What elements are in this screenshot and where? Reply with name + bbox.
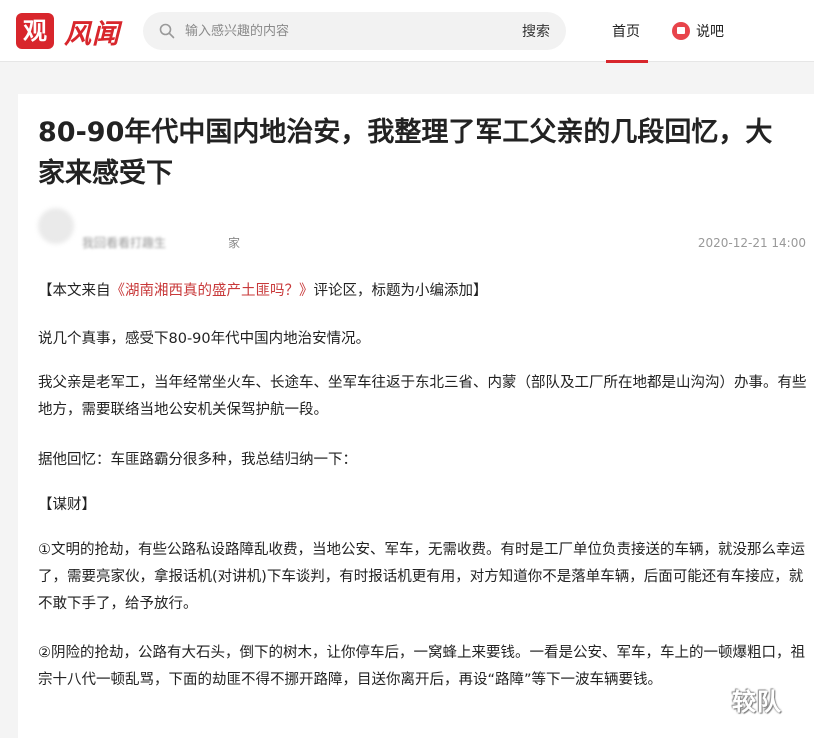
active-tab-indicator — [606, 60, 648, 63]
chat-bubble-icon — [672, 22, 690, 40]
item-two-paragraph: ②阴险的抢劫，公路有大石头，倒下的树木，让你停车后，一窝蜂上来要钱。一看是公安、… — [38, 645, 805, 688]
article-title: 80-90年代中国内地治安，我整理了军工父亲的几段回忆，大家来感受下 — [38, 117, 773, 189]
search-input[interactable] — [185, 12, 485, 50]
source-article-link[interactable]: 《湖南湘西真的盛产土匪吗？》 — [111, 283, 314, 299]
search-button[interactable]: 搜索 — [522, 21, 550, 41]
source-note-paragraph: 【本文来自《湖南湘西真的盛产土匪吗？》评论区，标题为小编添加】 — [38, 278, 808, 305]
publish-timestamp: 2020-12-21 14:00 — [697, 236, 806, 250]
summary-paragraph: 据他回忆：车匪路霸分很多种，我总结归纳一下： — [38, 452, 357, 468]
author-avatar[interactable] — [38, 208, 74, 244]
nav-home-tab[interactable]: 首页 — [606, 0, 648, 63]
section-heading: 【谋财】 — [38, 497, 96, 513]
nav-shuoba-label: 说吧 — [696, 24, 724, 40]
top-navigation-bar: 观 风闻 搜索 首页 说吧 — [0, 0, 814, 63]
article-card: 80-90年代中国内地治安，我整理了军工父亲的几段回忆，大家来感受下 我回看看打… — [18, 94, 814, 738]
nav-home-label: 首页 — [612, 24, 640, 40]
site-logo-text[interactable]: 风闻 — [64, 12, 120, 51]
source-note-suffix: 评论区，标题为小编添加】 — [313, 283, 488, 299]
author-suffix: 家 — [228, 236, 241, 250]
author-name[interactable]: 我回看看打趣生 — [82, 234, 166, 251]
corner-watermark: 较队 — [732, 688, 782, 716]
logo-icon[interactable]: 观 — [16, 13, 54, 49]
background-paragraph: 我父亲是老军工，当年经常坐火车、长途车、坐军车往返于东北三省、内蒙（部队及工厂所… — [38, 375, 807, 418]
search-icon — [159, 23, 175, 39]
item-one-paragraph: ①文明的抢劫，有些公路私设路障乱收费，当地公安、军车，无需收费。有时是工厂单位负… — [38, 542, 805, 612]
source-note-prefix: 【本文来自 — [38, 283, 111, 299]
intro-paragraph: 说几个真事，感受下80-90年代中国内地治安情况。 — [38, 331, 371, 347]
search-bar: 搜索 — [143, 12, 566, 50]
